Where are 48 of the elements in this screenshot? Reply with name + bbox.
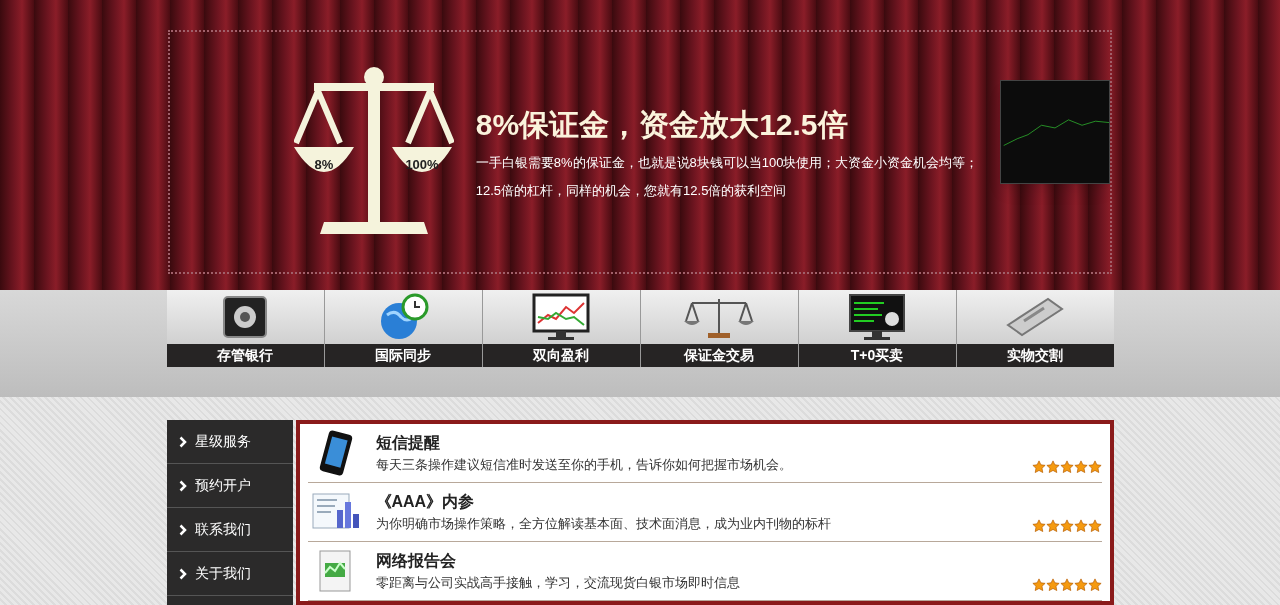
sidebar-label: 关于我们 — [194, 564, 251, 583]
feature-label: 双向盈利 — [482, 344, 640, 368]
monitor-chart-icon — [532, 293, 590, 342]
service-description: 零距离与公司实战高手接触，学习，交流现货白银市场即时信息 — [375, 574, 741, 593]
feature-label: 实物交割 — [956, 344, 1114, 368]
feature-label: T+0买卖 — [798, 344, 956, 368]
chevron-icon — [178, 523, 187, 536]
chevron-icon — [178, 479, 187, 492]
chevron-icon — [178, 567, 187, 580]
star-icon — [1031, 460, 1046, 474]
star-icon — [1073, 519, 1088, 533]
star-icon — [1087, 578, 1102, 592]
banner-text: 12.5倍的杠杆，同样的机会，您就有12.5倍的获利空间 — [475, 181, 788, 200]
feature-label: 保证金交易 — [640, 344, 798, 368]
star-icon — [1073, 460, 1088, 474]
sidebar-label: 联系我们 — [194, 520, 251, 539]
star-icon — [1073, 578, 1088, 592]
star-icon — [1031, 519, 1046, 533]
service-description: 为你明确市场操作策略，全方位解读基本面、技术面消息，成为业内刊物的标杆 — [375, 515, 832, 534]
star-icon — [1059, 460, 1074, 474]
star-icon — [1087, 460, 1102, 474]
banner-title: 8%保证金，资金放大12.5倍 — [475, 106, 849, 143]
star-icon — [1059, 578, 1074, 592]
star-icon — [1045, 460, 1060, 474]
sidebar-link[interactable]: 联系我们 — [166, 508, 293, 552]
star-icon — [1045, 578, 1060, 592]
pan-label: 100% — [404, 156, 440, 174]
service-title: 网络报告会 — [375, 551, 457, 572]
star-icon — [1045, 519, 1060, 533]
sidebar-link[interactable]: 星级服务 — [166, 420, 293, 464]
feature-label: 国际同步 — [324, 344, 482, 368]
monitor-gear-icon — [848, 293, 906, 342]
pan-label: 8% — [313, 156, 335, 174]
service-title: 《AAA》内参 — [375, 492, 476, 513]
service-description: 每天三条操作建议短信准时发送至你的手机，告诉你如何把握市场机会。 — [375, 456, 793, 475]
sidebar-label: 预约开户 — [194, 476, 251, 495]
star-icon — [1087, 519, 1102, 533]
feature-label: 存管银行 — [166, 344, 324, 368]
star-icon — [1059, 519, 1074, 533]
chevron-icon — [178, 435, 187, 448]
safe-icon — [222, 295, 268, 340]
sidebar-link[interactable]: 预约开户 — [166, 464, 293, 508]
report-chart-icon — [310, 492, 361, 532]
banner-text: 一手白银需要8%的保证金，也就是说8块钱可以当100块使用；大资金小资金机会均等； — [475, 153, 980, 172]
star-icon — [1031, 578, 1046, 592]
sidebar-label: 星级服务 — [194, 432, 251, 451]
service-title: 短信提醒 — [375, 433, 441, 454]
sidebar-link[interactable]: 关于我们 — [166, 552, 293, 596]
